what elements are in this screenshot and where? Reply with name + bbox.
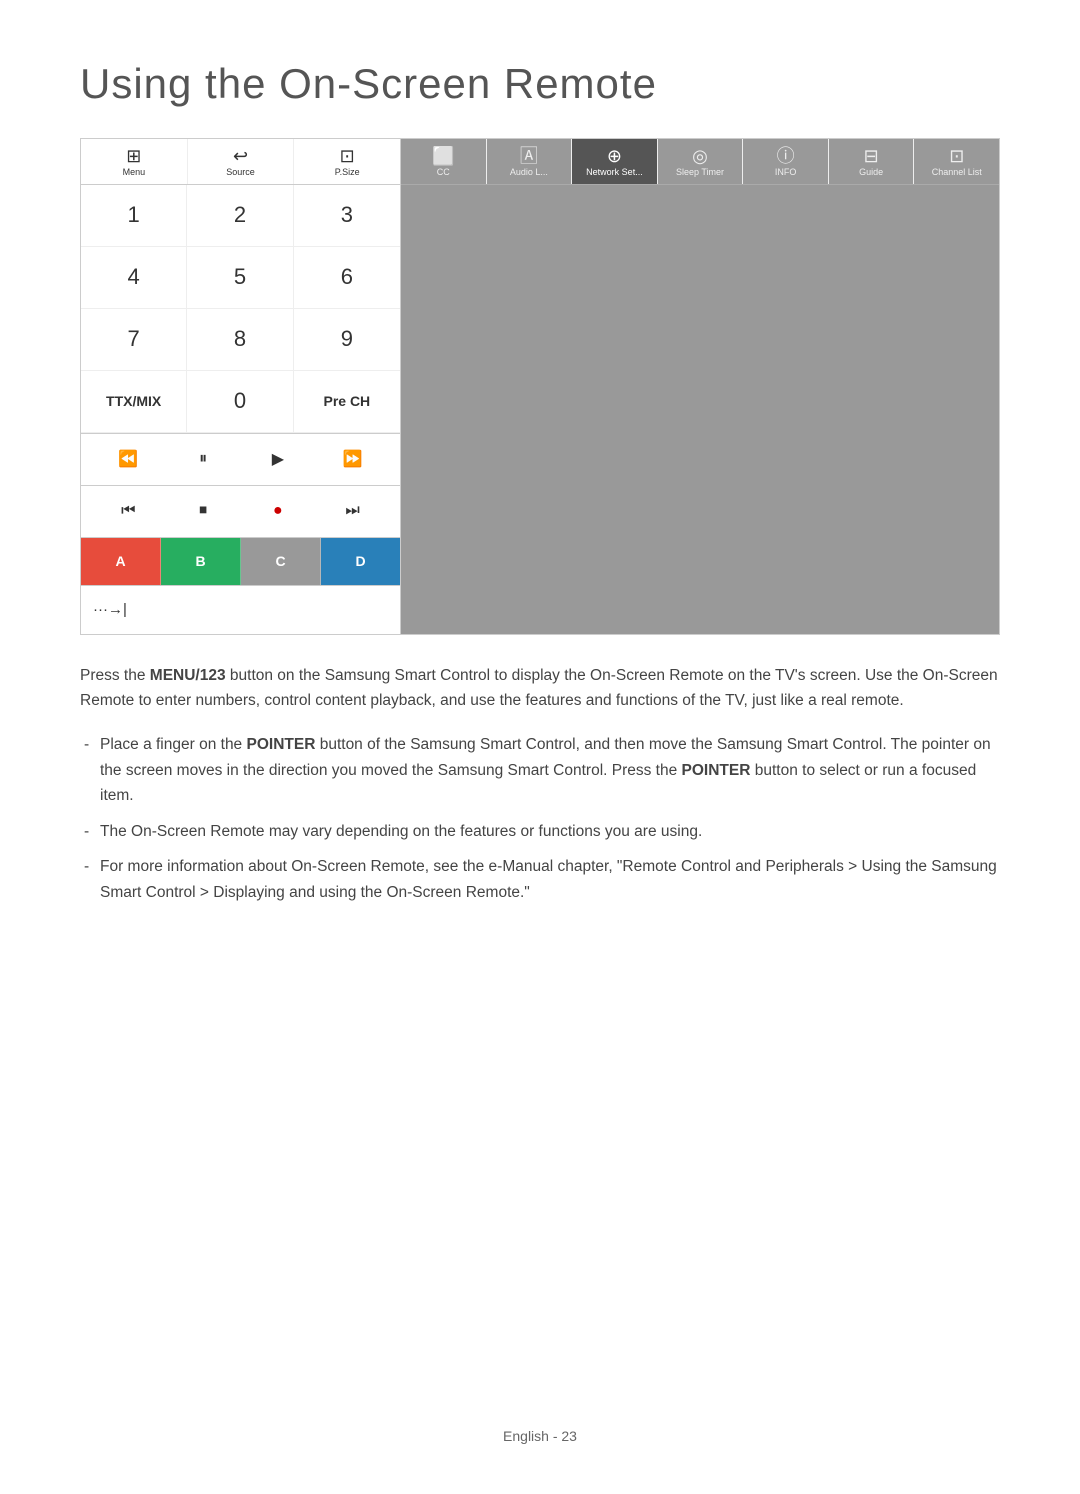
bullet-2: The On-Screen Remote may vary depending …	[80, 819, 1000, 845]
remote-ui: ⊞ Menu ↩ Source ⊡ P.Size 1 2 3 4 5 6 7 8	[80, 138, 1000, 635]
info-button[interactable]: ⓘ INFO	[743, 139, 829, 184]
num-prech[interactable]: Pre CH	[294, 371, 400, 433]
media-row-1: ⏪ ⏸ ▶ ⏩	[81, 434, 400, 486]
guide-icon: ⊟	[864, 147, 879, 165]
bold-pointer-2: POINTER	[682, 762, 751, 779]
bullet-1: Place a finger on the POINTER button of …	[80, 732, 1000, 809]
num-5[interactable]: 5	[187, 247, 293, 309]
bullet-list: Place a finger on the POINTER button of …	[80, 732, 1000, 905]
num-1[interactable]: 1	[81, 185, 187, 247]
play-button[interactable]: ▶	[260, 441, 296, 477]
num-7[interactable]: 7	[81, 309, 187, 371]
channel-list-button[interactable]: ⊡ Channel List	[914, 139, 999, 184]
audio-label: Audio L...	[510, 168, 548, 178]
remote-left-panel: ⊞ Menu ↩ Source ⊡ P.Size 1 2 3 4 5 6 7 8	[81, 139, 401, 634]
psize-icon: ⊡	[340, 147, 355, 165]
content-area: Press the MENU/123 button on the Samsung…	[80, 663, 1000, 906]
num-4[interactable]: 4	[81, 247, 187, 309]
menu-button[interactable]: ⊞ Menu	[81, 139, 188, 184]
color-c-button[interactable]: C	[241, 538, 321, 585]
numpad: 1 2 3 4 5 6 7 8 9 TTX/MIX 0 Pre CH	[81, 185, 400, 434]
page-number: English - 23	[503, 1428, 577, 1444]
page-footer: English - 23	[0, 1428, 1080, 1444]
main-paragraph: Press the MENU/123 button on the Samsung…	[80, 663, 1000, 714]
audio-button[interactable]: 🄰 Audio L...	[487, 139, 573, 184]
source-label: Source	[226, 168, 255, 178]
psize-label: P.Size	[335, 168, 360, 178]
source-icon: ↩	[233, 147, 248, 165]
color-a-button[interactable]: A	[81, 538, 161, 585]
cc-label: CC	[437, 168, 450, 178]
network-icon: ⊕	[607, 147, 622, 165]
stop-button[interactable]: ⏹	[185, 493, 221, 529]
color-d-button[interactable]: D	[321, 538, 400, 585]
extra-row: ···→|	[81, 586, 400, 634]
cc-button[interactable]: ⬜ CC	[401, 139, 487, 184]
network-set-button[interactable]: ⊕ Network Set...	[572, 139, 658, 184]
sleep-timer-button[interactable]: ◎ Sleep Timer	[658, 139, 744, 184]
network-label: Network Set...	[586, 168, 643, 178]
num-6[interactable]: 6	[294, 247, 400, 309]
remote-right-panel: ⬜ CC 🄰 Audio L... ⊕ Network Set... ◎ Sle…	[401, 139, 999, 634]
channel-list-icon: ⊡	[949, 147, 964, 165]
rewind-button[interactable]: ⏪	[110, 441, 146, 477]
bullet-3: For more information about On-Screen Rem…	[80, 854, 1000, 905]
info-label: INFO	[775, 168, 797, 178]
fast-forward-button[interactable]: ⏩	[335, 441, 371, 477]
record-button[interactable]: ●	[260, 493, 296, 529]
color-b-button[interactable]: B	[161, 538, 241, 585]
guide-button[interactable]: ⊟ Guide	[829, 139, 915, 184]
color-buttons: A B C D	[81, 538, 400, 586]
num-9[interactable]: 9	[294, 309, 400, 371]
next-track-button[interactable]: ⏭	[335, 493, 371, 529]
guide-label: Guide	[859, 168, 883, 178]
right-icon-row: ⬜ CC 🄰 Audio L... ⊕ Network Set... ◎ Sle…	[401, 139, 999, 185]
num-2[interactable]: 2	[187, 185, 293, 247]
num-0[interactable]: 0	[187, 371, 293, 433]
pause-button[interactable]: ⏸	[185, 441, 221, 477]
page-title: Using the On-Screen Remote	[80, 60, 1000, 108]
source-button[interactable]: ↩ Source	[188, 139, 295, 184]
media-row-2: ⏮ ⏹ ● ⏭	[81, 486, 400, 538]
num-8[interactable]: 8	[187, 309, 293, 371]
channel-list-label: Channel List	[932, 168, 982, 178]
menu-icon: ⊞	[126, 147, 141, 165]
num-ttxmix[interactable]: TTX/MIX	[81, 371, 187, 433]
icon-row: ⊞ Menu ↩ Source ⊡ P.Size	[81, 139, 400, 185]
extra-symbol: ···→|	[93, 601, 127, 618]
audio-icon: 🄰	[520, 147, 538, 165]
bold-pointer-1: POINTER	[247, 736, 316, 753]
num-3[interactable]: 3	[294, 185, 400, 247]
cc-icon: ⬜	[432, 147, 454, 165]
prev-track-button[interactable]: ⏮	[110, 493, 146, 529]
info-icon: ⓘ	[777, 147, 795, 165]
menu-label: Menu	[123, 168, 146, 178]
sleep-icon: ◎	[692, 147, 708, 165]
psize-button[interactable]: ⊡ P.Size	[294, 139, 400, 184]
sleep-label: Sleep Timer	[676, 168, 724, 178]
bold-menu123: MENU/123	[150, 667, 226, 684]
